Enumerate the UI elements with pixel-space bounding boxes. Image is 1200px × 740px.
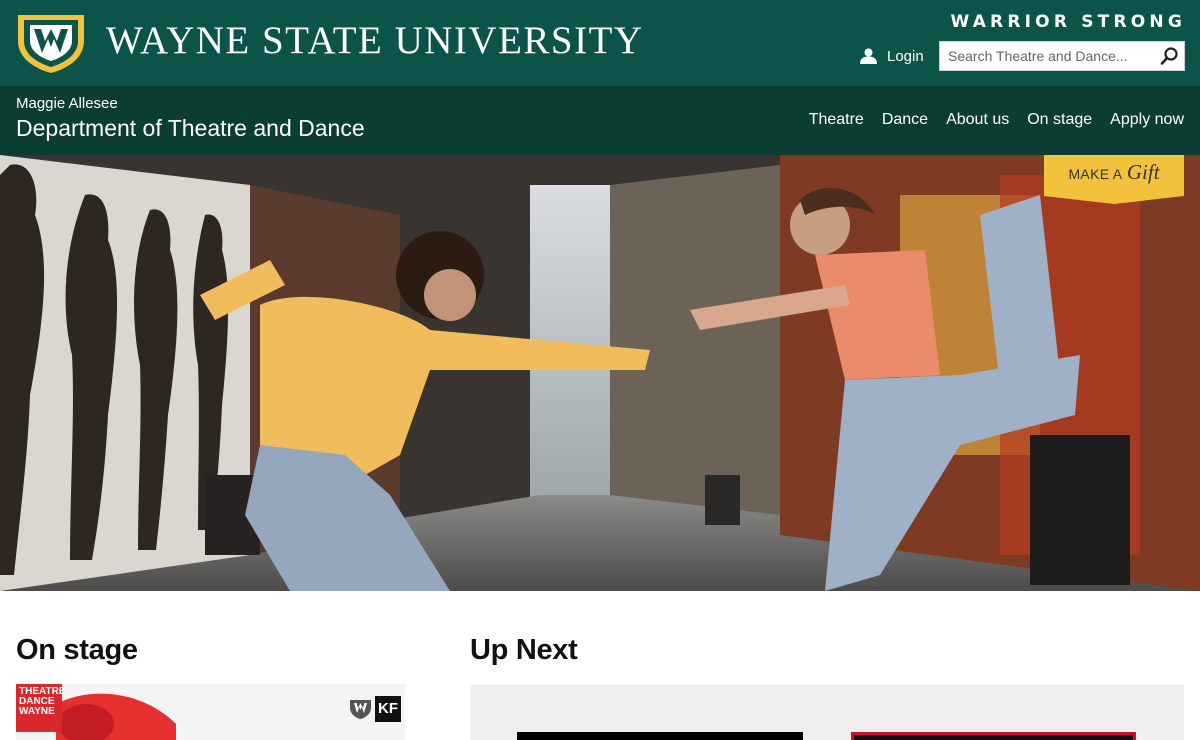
red-swoosh-graphic bbox=[56, 693, 176, 740]
nav-item-about-us[interactable]: About us bbox=[946, 111, 1009, 129]
theatre-dance-wayne-logo: THEATRE DANCE WAYNE bbox=[16, 684, 65, 732]
hero-image bbox=[0, 155, 1200, 591]
nav-item-theatre[interactable]: Theatre bbox=[809, 111, 864, 129]
department-title[interactable]: Department of Theatre and Dance bbox=[16, 115, 365, 142]
login-label: Login bbox=[887, 47, 924, 65]
hero-scene bbox=[0, 155, 1200, 591]
on-stage-card[interactable]: THEATRE DANCE WAYNE KF bbox=[16, 684, 405, 740]
gift-make-a-label: MAKE A bbox=[1068, 166, 1123, 182]
department-bar: Maggie Allesee Department of Theatre and… bbox=[0, 86, 1200, 155]
search-input[interactable] bbox=[940, 42, 1152, 70]
department-subtitle: Maggie Allesee bbox=[16, 95, 118, 112]
wayne-w-icon bbox=[350, 700, 371, 719]
card-badges: KF bbox=[349, 696, 401, 722]
up-next-card[interactable] bbox=[517, 732, 803, 740]
search-box bbox=[939, 41, 1185, 71]
university-name[interactable]: WAYNE STATE UNIVERSITY bbox=[106, 18, 644, 63]
nav-item-dance[interactable]: Dance bbox=[882, 111, 928, 129]
login-link[interactable]: Login bbox=[860, 46, 924, 66]
nav-item-on-stage[interactable]: On stage bbox=[1027, 111, 1092, 129]
nav-item-apply-now[interactable]: Apply now bbox=[1110, 111, 1184, 129]
up-next-panel bbox=[470, 685, 1184, 740]
wayne-state-logo[interactable] bbox=[16, 11, 86, 73]
on-stage-heading: On stage bbox=[16, 634, 138, 666]
kf-badge: KF bbox=[375, 696, 401, 722]
top-header: WAYNE STATE UNIVERSITY WARRIOR STRONG Lo… bbox=[0, 0, 1200, 86]
main-nav: Theatre Dance About us On stage Apply no… bbox=[809, 111, 1184, 129]
search-icon[interactable] bbox=[1160, 47, 1180, 65]
up-next-card[interactable] bbox=[851, 732, 1136, 740]
gift-word-label: Gift bbox=[1126, 160, 1160, 184]
make-a-gift-button[interactable]: MAKE A Gift bbox=[1044, 155, 1184, 204]
warrior-strong-tagline: WARRIOR STRONG bbox=[950, 12, 1186, 32]
up-next-heading: Up Next bbox=[470, 634, 578, 666]
user-icon bbox=[860, 48, 877, 64]
